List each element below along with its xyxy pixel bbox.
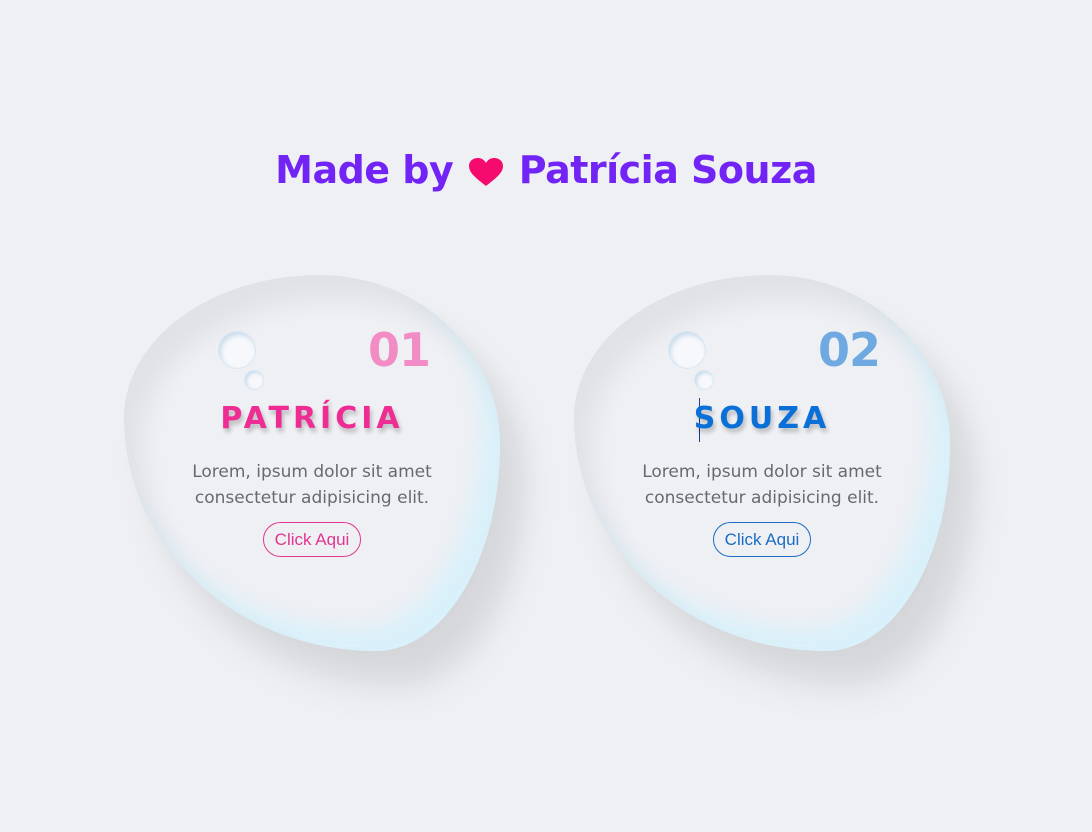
card-title: PATRÍCIA (220, 401, 404, 436)
click-aqui-button[interactable]: Click Aqui (263, 522, 361, 557)
card-description: Lorem, ipsum dolor sit amet consectetur … (192, 462, 432, 508)
title-author: Patrícia Souza (518, 148, 818, 192)
click-aqui-button[interactable]: Click Aqui (713, 522, 811, 557)
card-number: 01 (368, 323, 431, 377)
card-description: Lorem, ipsum dolor sit amet consectetur … (642, 462, 882, 508)
title-prefix: Made by (275, 148, 454, 192)
page-title: Made by Patrícia Souza (0, 148, 1092, 192)
card-patricia: 01 PATRÍCIA Lorem, ipsum dolor sit amet … (124, 275, 500, 651)
heart-icon (469, 158, 503, 186)
card-souza: 02 SOUZA Lorem, ipsum dolor sit amet con… (574, 275, 950, 651)
card-title: SOUZA (693, 401, 831, 436)
card-number: 02 (818, 323, 881, 377)
